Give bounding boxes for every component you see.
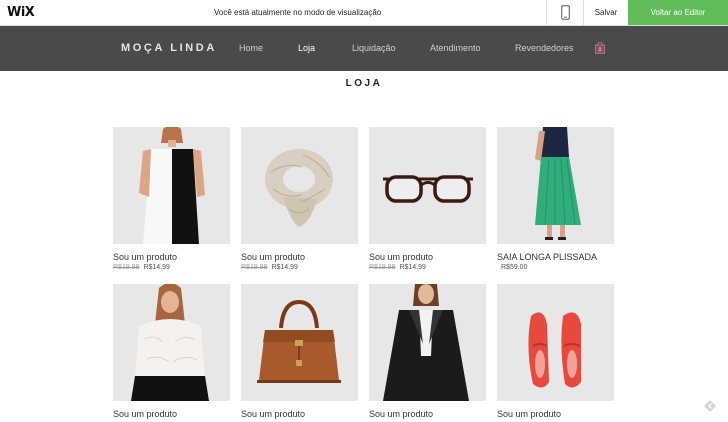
shopping-bag-icon[interactable]: 0 (595, 41, 605, 59)
price: R$14.99 (143, 264, 170, 271)
price-row: R$19.99 R$14.99 (241, 264, 358, 271)
svg-text:0: 0 (598, 48, 601, 54)
product-card[interactable]: SAIA LONGA PLISSADA R$59.00 (497, 127, 614, 271)
back-to-editor-button[interactable]: Voltar ao Editor (628, 0, 728, 25)
product-name[interactable]: Sou um produto (497, 409, 614, 419)
nav-atendimento[interactable]: Atendimento (430, 43, 481, 53)
site-brand[interactable]: MOÇA LINDA (121, 42, 217, 54)
price-row: R$19.99 R$14.99 (113, 264, 230, 271)
product-card[interactable]: Sou um produto R$19.99 R$14.99 (369, 127, 486, 271)
price: R$14.99 (271, 264, 298, 271)
page-title: LOJA (345, 78, 383, 89)
product-card[interactable]: Sou um produto R$19.99 R$14.99 (113, 127, 230, 271)
nav-revendedores[interactable]: Revendedores (515, 43, 574, 53)
product-name[interactable]: Sou um produto (369, 409, 486, 419)
product-name[interactable]: Sou um produto (369, 252, 486, 262)
product-image-scarf[interactable] (241, 127, 358, 244)
product-card[interactable]: Sou um produto R$19.99 R$14.99 (241, 127, 358, 271)
product-image-handbag[interactable] (241, 284, 358, 401)
product-image-blouse[interactable] (113, 284, 230, 401)
product-name[interactable]: Sou um produto (241, 409, 358, 419)
price-row: R$59.00 (497, 264, 614, 271)
nav-loja[interactable]: Loja (298, 43, 315, 53)
nav-home[interactable]: Home (239, 43, 263, 53)
preview-bar: WiX Você está atualmente no modo de visu… (0, 0, 728, 26)
product-card[interactable]: Sou um produto (113, 284, 230, 419)
mobile-phone-icon (561, 5, 570, 20)
product-image-dress[interactable] (113, 127, 230, 244)
product-image-skirt[interactable] (497, 127, 614, 244)
product-name[interactable]: Sou um produto (113, 252, 230, 262)
old-price: R$19.99 (241, 264, 268, 271)
product-name[interactable]: SAIA LONGA PLISSADA (497, 252, 614, 262)
product-name[interactable]: Sou um produto (241, 252, 358, 262)
mobile-view-button[interactable] (546, 0, 584, 25)
product-card[interactable]: Sou um produto (241, 284, 358, 419)
product-name[interactable]: Sou um produto (113, 409, 230, 419)
scroll-up-icon[interactable] (704, 399, 716, 412)
preview-mode-message: Você está atualmente no modo de visualiz… (214, 8, 382, 17)
product-image-glasses[interactable] (369, 127, 486, 244)
save-button[interactable]: Salvar (584, 0, 628, 25)
wix-logo[interactable]: WiX (7, 5, 35, 20)
old-price: R$19.99 (113, 264, 140, 271)
product-card[interactable]: Sou um produto (369, 284, 486, 419)
nav-liquidacao[interactable]: Liquidação (352, 43, 396, 53)
site-header: MOÇA LINDA Home Loja Liquidação Atendime… (0, 26, 728, 71)
product-image-loafers[interactable] (497, 284, 614, 401)
old-price: R$19.99 (369, 264, 396, 271)
product-card[interactable]: Sou um produto (497, 284, 614, 419)
product-image-coat[interactable] (369, 284, 486, 401)
price: R$59.00 (501, 264, 528, 271)
price: R$14.99 (399, 264, 426, 271)
price-row: R$19.99 R$14.99 (369, 264, 486, 271)
